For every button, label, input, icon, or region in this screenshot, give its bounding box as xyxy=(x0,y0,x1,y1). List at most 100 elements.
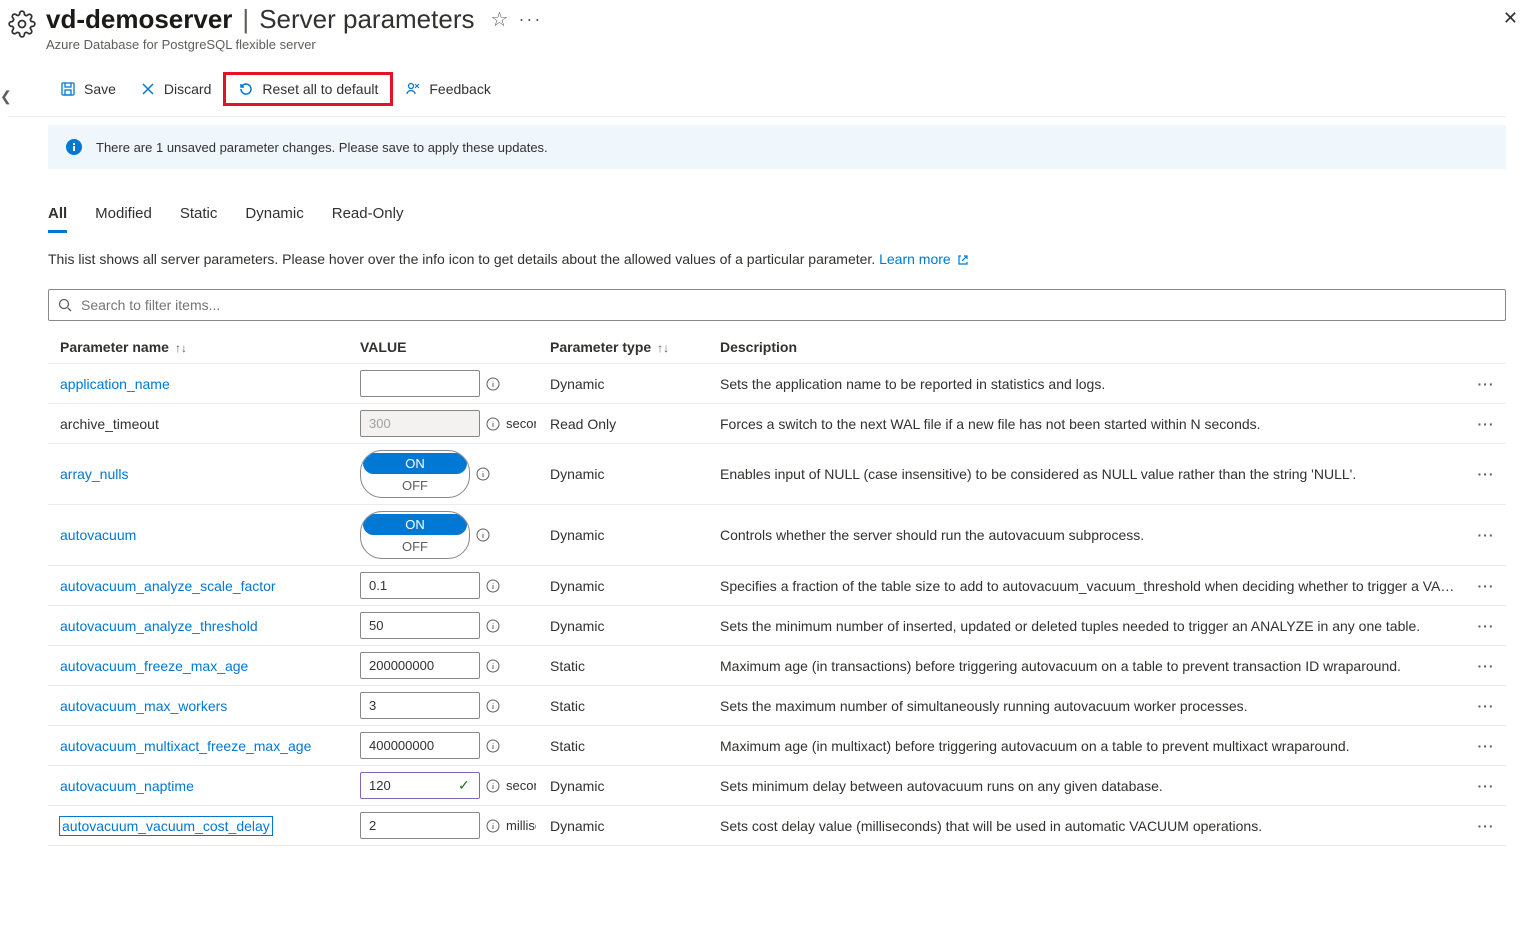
param-type: Dynamic xyxy=(550,618,720,634)
reset-all-button[interactable]: Reset all to default xyxy=(226,77,390,101)
value-input[interactable] xyxy=(360,692,480,719)
param-name-link[interactable]: application_name xyxy=(60,376,170,392)
notice-text: There are 1 unsaved parameter changes. P… xyxy=(96,140,548,155)
value-input[interactable] xyxy=(360,572,480,599)
save-button[interactable]: Save xyxy=(48,77,128,101)
info-circle-icon[interactable] xyxy=(486,699,500,713)
value-input[interactable] xyxy=(360,370,480,397)
param-description: Sets minimum delay between autovacuum ru… xyxy=(720,778,1466,794)
table-row: application_name Dynamic Sets the applic… xyxy=(48,364,1506,404)
favorite-star-icon[interactable]: ☆ xyxy=(491,7,509,32)
info-circle-icon[interactable] xyxy=(486,619,500,633)
unit-label: seconds xyxy=(506,778,536,793)
table-row: autovacuum_analyze_scale_factor Dynamic … xyxy=(48,566,1506,606)
row-more-menu[interactable]: ··· xyxy=(1466,738,1506,754)
value-toggle[interactable]: ONOFF xyxy=(360,511,470,559)
search-icon xyxy=(58,298,72,312)
unsaved-changes-banner: There are 1 unsaved parameter changes. P… xyxy=(48,125,1506,169)
info-circle-icon[interactable] xyxy=(486,779,500,793)
param-description: Sets cost delay value (milliseconds) tha… xyxy=(720,818,1466,834)
feedback-button[interactable]: Feedback xyxy=(393,77,502,101)
param-name-link[interactable]: autovacuum_analyze_scale_factor xyxy=(60,578,276,594)
param-name-link[interactable]: autovacuum_freeze_max_age xyxy=(60,658,248,674)
value-input[interactable] xyxy=(360,612,480,639)
row-more-menu[interactable]: ··· xyxy=(1466,778,1506,794)
row-more-menu[interactable]: ··· xyxy=(1466,658,1506,674)
param-name-link[interactable]: autovacuum_vacuum_cost_delay xyxy=(60,817,272,835)
row-more-menu[interactable]: ··· xyxy=(1466,618,1506,634)
param-description: Sets the maximum number of simultaneousl… xyxy=(720,698,1466,714)
back-chevron-icon[interactable]: ❮ xyxy=(0,88,12,105)
param-type: Dynamic xyxy=(550,466,720,482)
param-name-link[interactable]: autovacuum xyxy=(60,527,136,543)
row-more-menu[interactable]: ··· xyxy=(1466,818,1506,834)
discard-icon xyxy=(140,81,156,97)
table-row: autovacuum_multixact_freeze_max_age Stat… xyxy=(48,726,1506,766)
row-more-menu[interactable]: ··· xyxy=(1466,698,1506,714)
value-input[interactable] xyxy=(360,812,480,839)
info-circle-icon[interactable] xyxy=(476,528,490,542)
param-name-link[interactable]: autovacuum_max_workers xyxy=(60,698,227,714)
tab-static[interactable]: Static xyxy=(180,205,218,233)
tab-modified[interactable]: Modified xyxy=(95,205,152,233)
value-input[interactable] xyxy=(360,772,480,799)
info-circle-icon[interactable] xyxy=(486,579,500,593)
value-input[interactable] xyxy=(360,732,480,759)
table-row: array_nulls ONOFF Dynamic Enables input … xyxy=(48,444,1506,505)
external-link-icon xyxy=(957,254,969,266)
row-more-menu[interactable]: ··· xyxy=(1466,416,1506,432)
param-description: Maximum age (in transactions) before tri… xyxy=(720,658,1466,674)
row-more-menu[interactable]: ··· xyxy=(1466,466,1506,482)
save-label: Save xyxy=(84,81,116,97)
param-description: Forces a switch to the next WAL file if … xyxy=(720,416,1466,432)
info-circle-icon[interactable] xyxy=(486,417,500,431)
param-description: Sets the application name to be reported… xyxy=(720,376,1466,392)
learn-more-link[interactable]: Learn more xyxy=(879,251,951,267)
param-type: Read Only xyxy=(550,416,720,432)
discard-button[interactable]: Discard xyxy=(128,77,223,101)
tab-all[interactable]: All xyxy=(48,205,67,233)
page-title: Server parameters xyxy=(259,4,474,35)
table-row: autovacuum_max_workers Static Sets the m… xyxy=(48,686,1506,726)
unit-label: milliseconds xyxy=(506,818,536,833)
info-circle-icon[interactable] xyxy=(486,659,500,673)
info-circle-icon[interactable] xyxy=(486,739,500,753)
param-name-link[interactable]: autovacuum_multixact_freeze_max_age xyxy=(60,738,311,754)
server-name: vd-demoserver xyxy=(46,4,232,35)
table-row: autovacuum_vacuum_cost_delay millisecond… xyxy=(48,806,1506,846)
param-type: Dynamic xyxy=(550,818,720,834)
row-more-menu[interactable]: ··· xyxy=(1466,527,1506,543)
col-type[interactable]: Parameter type↑↓ xyxy=(550,339,720,355)
tab-dynamic[interactable]: Dynamic xyxy=(245,205,303,233)
filter-tabs: All Modified Static Dynamic Read-Only xyxy=(48,205,1506,233)
value-input[interactable] xyxy=(360,652,480,679)
param-type: Dynamic xyxy=(550,376,720,392)
col-name[interactable]: Parameter name↑↓ xyxy=(60,339,360,355)
table-row: autovacuum_analyze_threshold Dynamic Set… xyxy=(48,606,1506,646)
command-bar: Save Discard Reset all to default Feedba… xyxy=(8,72,1506,117)
reset-icon xyxy=(238,81,254,97)
close-button[interactable]: ✕ xyxy=(1503,8,1518,29)
value-toggle[interactable]: ONOFF xyxy=(360,450,470,498)
table-row: autovacuum_freeze_max_age Static Maximum… xyxy=(48,646,1506,686)
more-menu-icon[interactable]: ··· xyxy=(518,9,542,30)
col-desc: Description xyxy=(720,339,1466,355)
sort-icon: ↑↓ xyxy=(175,341,187,355)
param-description: Sets the minimum number of inserted, upd… xyxy=(720,618,1466,634)
param-description: Specifies a fraction of the table size t… xyxy=(720,578,1466,594)
param-name-link[interactable]: autovacuum_analyze_threshold xyxy=(60,618,258,634)
search-input[interactable] xyxy=(48,289,1506,321)
info-circle-icon[interactable] xyxy=(486,819,500,833)
param-type: Static xyxy=(550,698,720,714)
param-name-link[interactable]: array_nulls xyxy=(60,466,128,482)
parameters-table: Parameter name↑↓ VALUE Parameter type↑↓ … xyxy=(48,327,1506,846)
param-name-link[interactable]: autovacuum_naptime xyxy=(60,778,194,794)
tab-readonly[interactable]: Read-Only xyxy=(332,205,404,233)
param-type: Dynamic xyxy=(550,527,720,543)
row-more-menu[interactable]: ··· xyxy=(1466,376,1506,392)
info-circle-icon[interactable] xyxy=(486,377,500,391)
reset-highlight: Reset all to default xyxy=(223,72,393,106)
info-circle-icon[interactable] xyxy=(476,467,490,481)
row-more-menu[interactable]: ··· xyxy=(1466,578,1506,594)
sort-icon: ↑↓ xyxy=(657,341,669,355)
